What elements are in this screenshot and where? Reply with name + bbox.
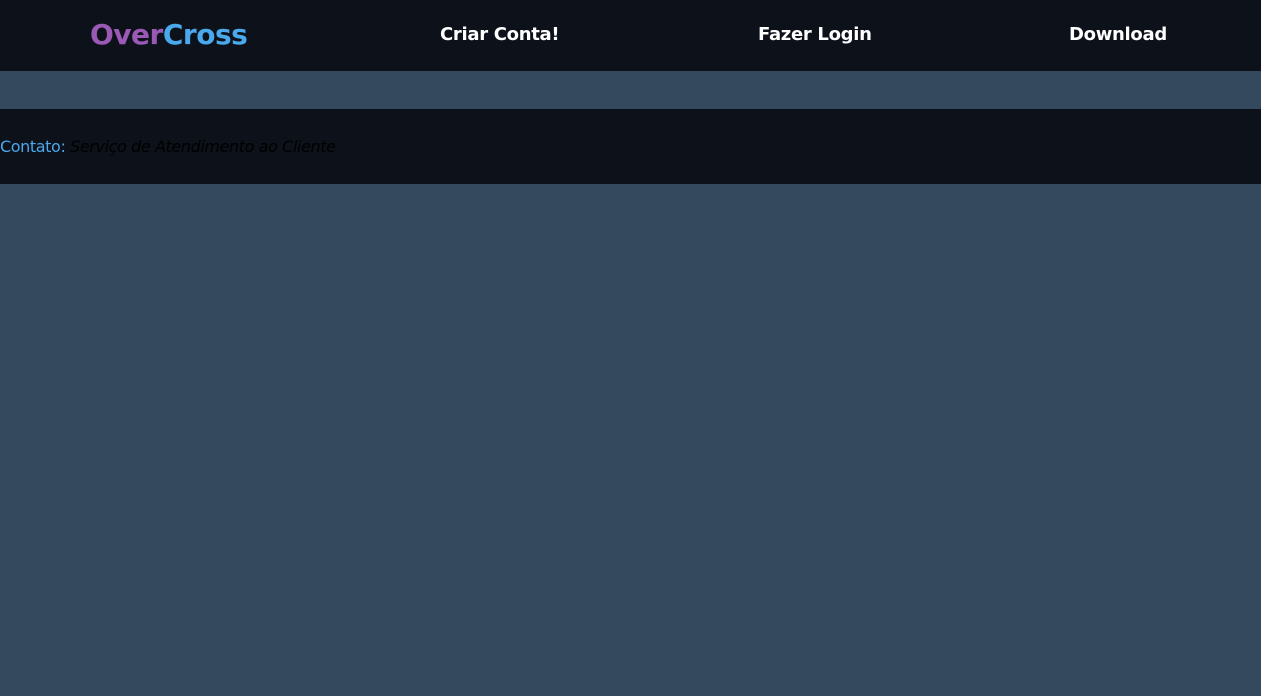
contact-line: Contato: Serviço de Atendimento ao Clien… bbox=[0, 136, 336, 158]
nav-download-link[interactable]: Download bbox=[1069, 23, 1167, 47]
top-navbar: OverCross Criar Conta! Fazer Login Downl… bbox=[0, 0, 1261, 71]
nav-create-account-link[interactable]: Criar Conta! bbox=[440, 23, 560, 47]
logo-text-over: Over bbox=[90, 18, 163, 51]
logo-text-cross: Cross bbox=[162, 18, 248, 51]
site-logo[interactable]: OverCross bbox=[90, 17, 248, 53]
contact-bar: Contato: Serviço de Atendimento ao Clien… bbox=[0, 109, 1261, 184]
contact-label: Contato: bbox=[0, 137, 66, 156]
nav-login-link[interactable]: Fazer Login bbox=[758, 23, 872, 47]
customer-service-link[interactable]: Serviço de Atendimento ao Cliente bbox=[70, 137, 336, 156]
